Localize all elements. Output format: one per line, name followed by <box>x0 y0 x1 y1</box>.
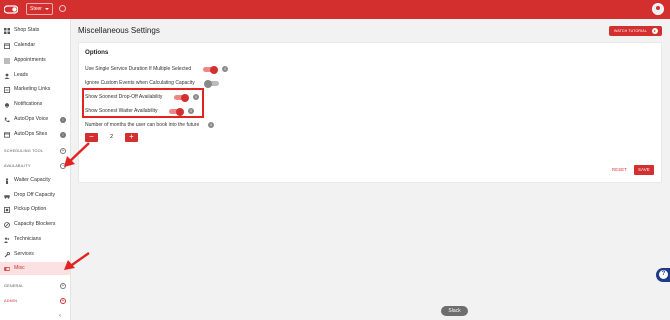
save-button[interactable]: SAVE <box>634 165 654 175</box>
calendar-icon <box>4 43 10 49</box>
block-icon <box>4 222 10 228</box>
watch-tutorial-button[interactable]: WATCH TUTORIAL <box>609 26 662 36</box>
site-icon <box>4 132 10 138</box>
technician-icon <box>4 237 10 243</box>
settings-icon[interactable] <box>59 5 66 12</box>
shop-select-value: Steer <box>30 6 42 12</box>
sidebar-item-autoops-sites[interactable]: AutoOps Sites i <box>0 128 70 141</box>
chevron-down-icon <box>45 8 49 10</box>
sidebar-item-label: Misc <box>14 265 25 271</box>
toggle-icon <box>4 267 10 271</box>
sidebar-item-misc[interactable]: Misc <box>0 262 70 275</box>
section-label: GENERAL <box>4 284 24 288</box>
grid-icon <box>4 28 10 34</box>
phone-icon <box>4 117 10 123</box>
wrench-icon <box>4 252 10 258</box>
sidebar-item-appointments[interactable]: Appointments <box>0 54 70 67</box>
expand-icon[interactable]: + <box>60 298 66 304</box>
sidebar: Shop Stats Calendar Appointments Leads M… <box>0 19 71 320</box>
section-label: SCHEDULING TOOL <box>4 149 44 153</box>
app-logo-icon[interactable] <box>4 5 18 14</box>
sidebar-item-label: Shop Stats <box>14 27 40 33</box>
watch-tutorial-label: WATCH TUTORIAL <box>614 29 647 33</box>
top-bar: Steer <box>0 0 670 19</box>
section-scheduling-tool[interactable]: SCHEDULING TOOL + <box>4 146 68 156</box>
sidebar-item-leads[interactable]: Leads <box>0 69 70 82</box>
sidebar-item-label: Appointments <box>14 57 46 63</box>
months-label: Number of months the user can book into … <box>85 122 200 128</box>
info-icon[interactable]: i <box>60 117 66 123</box>
reset-button[interactable]: RESET <box>612 167 627 172</box>
slack-label[interactable]: Slack <box>441 306 468 316</box>
section-availability[interactable]: AVAILABILITY − <box>4 161 68 171</box>
link-icon <box>4 87 10 93</box>
sidebar-item-marketing-links[interactable]: Marketing Links <box>0 83 70 96</box>
sidebar-item-technicians[interactable]: Technicians <box>0 233 70 246</box>
section-admin[interactable]: ADMIN + <box>4 296 68 306</box>
sidebar-item-label: Waiter Capacity <box>14 177 51 183</box>
user-avatar[interactable] <box>652 3 664 15</box>
sidebar-item-autoops-voice[interactable]: AutoOps Voice i <box>0 113 70 126</box>
sidebar-item-waiter-capacity[interactable]: Waiter Capacity <box>0 174 70 187</box>
option-label-single-service-duration: Use Single Service Duration If Multiple … <box>85 66 192 72</box>
sidebar-item-pickup-option[interactable]: Pickup Option <box>0 203 70 216</box>
car-icon <box>4 195 10 199</box>
annotation-arrow-misc <box>64 252 90 270</box>
sidebar-item-label: Drop Off Capacity <box>14 192 56 198</box>
sidebar-item-label: Marketing Links <box>14 86 51 92</box>
info-icon[interactable]: i <box>222 66 228 72</box>
play-icon <box>652 28 658 34</box>
bell-icon <box>5 103 9 108</box>
help-button[interactable] <box>656 268 670 282</box>
page-title: Miscellaneous Settings <box>78 26 160 35</box>
pickup-icon <box>4 207 10 213</box>
sidebar-item-capacity-blockers[interactable]: Capacity Blockers <box>0 218 70 231</box>
sidebar-item-label: Services <box>14 251 34 257</box>
sidebar-item-label: Technicians <box>14 236 42 242</box>
toggle-ignore-custom-events[interactable] <box>204 79 219 88</box>
sidebar-item-label: Pickup Option <box>14 206 47 212</box>
sidebar-item-label: Calendar <box>14 42 36 48</box>
section-general[interactable]: GENERAL + <box>4 281 68 291</box>
leads-icon <box>4 73 10 79</box>
increment-button[interactable]: + <box>125 133 138 142</box>
toggle-knob <box>210 65 218 74</box>
annotation-arrow-availability <box>64 142 90 167</box>
toggle-single-service-duration[interactable] <box>203 65 218 74</box>
info-icon[interactable]: i <box>60 132 66 138</box>
info-icon[interactable]: i <box>208 122 214 128</box>
sidebar-item-label: Capacity Blockers <box>14 221 56 227</box>
months-value[interactable]: 2 <box>100 133 123 142</box>
expand-icon[interactable]: + <box>60 283 66 289</box>
sidebar-item-label: Notifications <box>14 101 43 107</box>
annotation-highlight-box <box>82 88 204 118</box>
options-title: Options <box>85 49 109 56</box>
shop-select[interactable]: Steer <box>26 3 53 15</box>
section-label: AVAILABILITY <box>4 164 31 168</box>
section-label: ADMIN <box>4 299 18 303</box>
sidebar-item-calendar[interactable]: Calendar <box>0 39 70 52</box>
toggle-knob <box>204 79 212 88</box>
person-icon <box>5 178 9 184</box>
list-icon <box>4 58 10 64</box>
sidebar-item-label: AutoOps Sites <box>14 131 48 137</box>
sidebar-item-drop-off-capacity[interactable]: Drop Off Capacity <box>0 189 70 202</box>
sidebar-item-shop-stats[interactable]: Shop Stats <box>0 24 70 37</box>
sidebar-item-services[interactable]: Services <box>0 248 70 261</box>
collapse-sidebar-icon[interactable]: ‹ <box>59 313 61 319</box>
sidebar-item-label: AutoOps Voice <box>14 116 49 122</box>
sidebar-item-label: Leads <box>14 72 29 78</box>
option-label-ignore-custom-events: Ignore Custom Events when Calculating Ca… <box>85 80 195 86</box>
sidebar-item-notifications[interactable]: Notifications <box>0 98 70 111</box>
